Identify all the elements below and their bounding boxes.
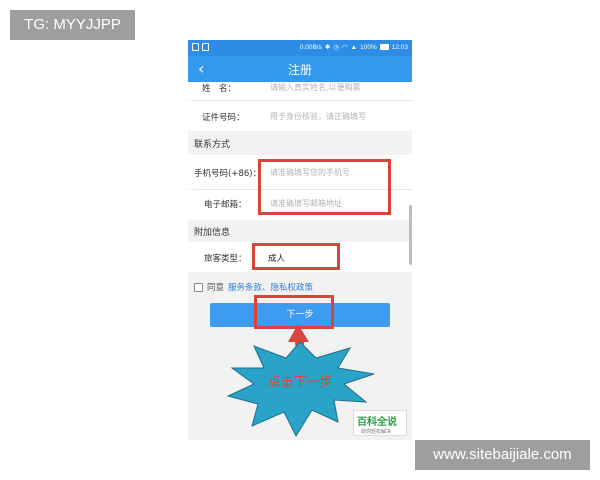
- callout-text: 点击下一步: [267, 375, 332, 390]
- annotation-overlay: 点击下一步: [226, 324, 375, 438]
- watermark-bottom-right: www.sitebaijiale.com: [415, 440, 590, 470]
- site-badge: 百科全说 助你轻松解决: [353, 410, 407, 436]
- phone-screen: 0.00B/s ✱ ◷ ◠ ▲ 100% 12:03 ‹ 注册 姓 名： 请输入…: [188, 40, 412, 440]
- watermark-top-left: TG: MYYJJPP: [10, 10, 135, 40]
- badge-subtitle: 助你轻松解决: [361, 429, 392, 435]
- badge-title: 百科全说: [357, 417, 397, 428]
